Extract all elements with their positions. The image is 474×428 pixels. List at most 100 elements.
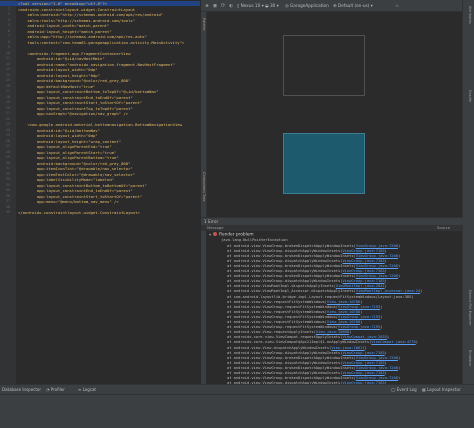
- message-column-header[interactable]: Message: [207, 225, 224, 231]
- line-number: 23: [5, 122, 10, 126]
- expand-arrow-icon[interactable]: ▾: [209, 233, 211, 238]
- code-line[interactable]: app:layout_constraintEnd_toEndOf="parent…: [18, 188, 133, 193]
- line-number: 32: [5, 171, 10, 176]
- line-number: 12: [5, 61, 10, 66]
- app-theme-selector[interactable]: ◎ GarageApplication: [285, 2, 329, 10]
- status-bar: [0, 394, 474, 428]
- trace-text: at android.view.View.requestFitSystemWin…: [227, 320, 327, 324]
- trace-text: at android.view.ViewGroup.dispatchApplyW…: [227, 350, 343, 355]
- source-link[interactable]: ViewRootImpl_Accessor.java:24: [356, 289, 420, 293]
- code-line[interactable]: app:layout_constraintEnd_toEndOf="parent…: [18, 95, 133, 100]
- line-number: 39: [5, 210, 10, 214]
- source-link[interactable]: ViewCompat.java:4776: [371, 340, 415, 344]
- source-link[interactable]: ViewGroup.java:7183: [342, 269, 384, 273]
- source-link[interactable]: ViewGroup.java:7200: [356, 376, 398, 380]
- code-line[interactable]: <?xml version="1.0" encoding="utf-8"?>: [0, 1, 200, 6]
- locale-selector[interactable]: ⊕ Default (en-us) ▾: [333, 2, 373, 10]
- code-line[interactable]: android:layout_width="match_parent": [18, 23, 109, 28]
- code-line[interactable]: app:layout_alignParentStart="true": [18, 150, 117, 155]
- code-line[interactable]: <androidx.fragment.app.FragmentContainer…: [18, 51, 130, 56]
- code-line[interactable]: android:background="@color/red_grey_800": [18, 78, 131, 83]
- line-number: 3: [7, 12, 10, 16]
- code-line[interactable]: android:layout_width="0dp": [18, 67, 98, 72]
- line-number: 27: [5, 144, 10, 148]
- source-link[interactable]: ViewGroup.java:7193: [338, 325, 380, 329]
- line-number: 9: [7, 45, 10, 49]
- design-canvas[interactable]: [207, 12, 463, 217]
- code-line[interactable]: app:itemIconTint="@drawable/nav_selector…: [18, 166, 133, 171]
- gradle-tab[interactable]: Gradle: [468, 90, 472, 102]
- source-column-header[interactable]: Source: [437, 225, 450, 231]
- trace-tail: ): [397, 274, 401, 279]
- code-line[interactable]: app:itemTextColor="@drawable/nav_selecto…: [18, 172, 135, 177]
- source-link[interactable]: ViewCompat.java:2835: [342, 335, 386, 339]
- source-link[interactable]: ViewRootImpl.java:2041: [336, 284, 385, 288]
- code-line[interactable]: app:layout_constraintStart_toStartOf="pa…: [18, 194, 142, 199]
- code-line[interactable]: xmlns:tools="http://schemas.android.com/…: [18, 18, 135, 23]
- code-line[interactable]: app:navGraph="@navigation/nav_graph" />: [18, 111, 128, 116]
- error-icon: [213, 232, 218, 236]
- code-line[interactable]: app:layout_constraintStart_toStartOf="pa…: [18, 100, 142, 105]
- code-line[interactable]: </androidx.constraintlayout.widget.Const…: [18, 210, 140, 215]
- source-link[interactable]: View.java:10617: [331, 346, 364, 350]
- design-mode-icon[interactable]: ◈: [204, 3, 210, 9]
- trace-text: at android.view.ViewGroup.dispatchApplyW…: [227, 248, 343, 253]
- code-line[interactable]: android:id="@+id/bottomNav": [18, 128, 100, 133]
- blueprint-icon[interactable]: ▣: [212, 3, 218, 9]
- code-line[interactable]: <androidx.constraintlayout.widget.Constr…: [18, 7, 135, 12]
- code-line[interactable]: <com.google.android.material.bottomnavig…: [18, 122, 182, 127]
- code-line[interactable]: android:layout_height="0dp": [18, 73, 100, 78]
- design-surface[interactable]: [283, 35, 365, 96]
- source-link[interactable]: View.java:10808: [316, 330, 349, 334]
- code-line[interactable]: app:layout_alignParentBottom="true": [18, 155, 119, 160]
- blueprint-surface[interactable]: [283, 133, 365, 194]
- source-link[interactable]: ViewGroup.java:7200: [356, 264, 398, 268]
- code-line[interactable]: android:layout_height="match_parent": [18, 29, 111, 34]
- source-link[interactable]: ViewGroup.java:7200: [356, 254, 398, 258]
- error-list[interactable]: ▾ Render problem java.lang.NullPointerExc…: [207, 232, 463, 385]
- trace-tail: ): [360, 320, 363, 324]
- night-mode-icon[interactable]: ◐: [228, 3, 234, 9]
- device-selector[interactable]: ▯ Nexus 10 ▾: [237, 2, 264, 10]
- source-link[interactable]: ViewGroup.java:7183: [342, 279, 384, 283]
- code-line[interactable]: app:layout_alignParentEnd="true": [18, 144, 112, 149]
- trace-text: at android.view.ViewGroup.dispatchApplyW…: [227, 279, 343, 284]
- code-line[interactable]: android:layout_height="wrap_content": [18, 139, 121, 144]
- source-link[interactable]: ViewGroup.java:7200: [356, 356, 398, 360]
- code-line[interactable]: xmlns:android="http://schemas.android.co…: [18, 12, 163, 17]
- api-selector[interactable]: ◒ 30 ▾: [265, 2, 279, 10]
- code-line[interactable]: android:layout_width="0dp": [18, 133, 98, 138]
- source-link[interactable]: ViewGroup.java:7183: [342, 361, 384, 365]
- source-link[interactable]: ViewGroup.java:7200: [356, 274, 398, 278]
- orientation-icon[interactable]: ⟳: [220, 3, 226, 9]
- device-file-explorer-tab[interactable]: Device File Explorer: [468, 290, 472, 326]
- code-line[interactable]: xmlns:app="http://schemas.android.com/ap…: [18, 34, 146, 39]
- source-link[interactable]: ViewGroup.java:7193: [338, 305, 380, 309]
- source-link[interactable]: View.java:10788: [327, 310, 360, 314]
- source-link[interactable]: ViewGroup.java:7200: [356, 244, 398, 248]
- source-link[interactable]: View.java:10788: [327, 320, 360, 324]
- attributes-tab[interactable]: Attributes: [468, 6, 472, 24]
- code-line[interactable]: app:layout_constraintBottom_toTopOf="@+i…: [18, 89, 159, 94]
- xml-editor[interactable]: 1234567891011121314151617181920212223242…: [0, 0, 200, 384]
- component-tree-tab[interactable]: Component Tree: [202, 172, 206, 202]
- source-link[interactable]: ViewGroup.java:7183: [342, 351, 384, 355]
- source-link[interactable]: ViewGroup.java:7183: [342, 249, 384, 253]
- palette-tab[interactable]: Palette: [202, 18, 206, 30]
- source-link[interactable]: View.java:10786: [327, 300, 360, 304]
- source-link[interactable]: ViewGroup.java:7183: [342, 371, 384, 375]
- source-link[interactable]: ViewGroup.java:7193: [338, 315, 380, 319]
- source-link[interactable]: ViewGroup.java:7200: [356, 366, 398, 370]
- source-link[interactable]: ViewGroup.java:7183: [342, 259, 384, 263]
- code-line[interactable]: android:name="androidx.navigation.fragme…: [18, 62, 175, 67]
- warning-icon[interactable]: ⚠: [394, 3, 400, 9]
- code-line[interactable]: app:menu="@menu/bottom_nav_menu" />: [18, 199, 119, 204]
- code-line[interactable]: tools:context="com.team61.garageapplicat…: [18, 40, 184, 45]
- code-line[interactable]: android:id="@+id/navHostMain": [18, 56, 105, 61]
- code-line[interactable]: android:background="@color/red_grey_800": [18, 161, 131, 166]
- emulator-tab[interactable]: Emulator: [468, 350, 472, 366]
- code-line[interactable]: app:labelVisibilityMode="labeled": [18, 177, 114, 182]
- code-line[interactable]: app:layout_constraintTop_toTopOf="parent…: [18, 106, 133, 111]
- code-line[interactable]: app:defaultNavHost="true": [18, 84, 96, 89]
- code-line[interactable]: app:layout_constraintBottom_toBottomOf="…: [18, 183, 147, 188]
